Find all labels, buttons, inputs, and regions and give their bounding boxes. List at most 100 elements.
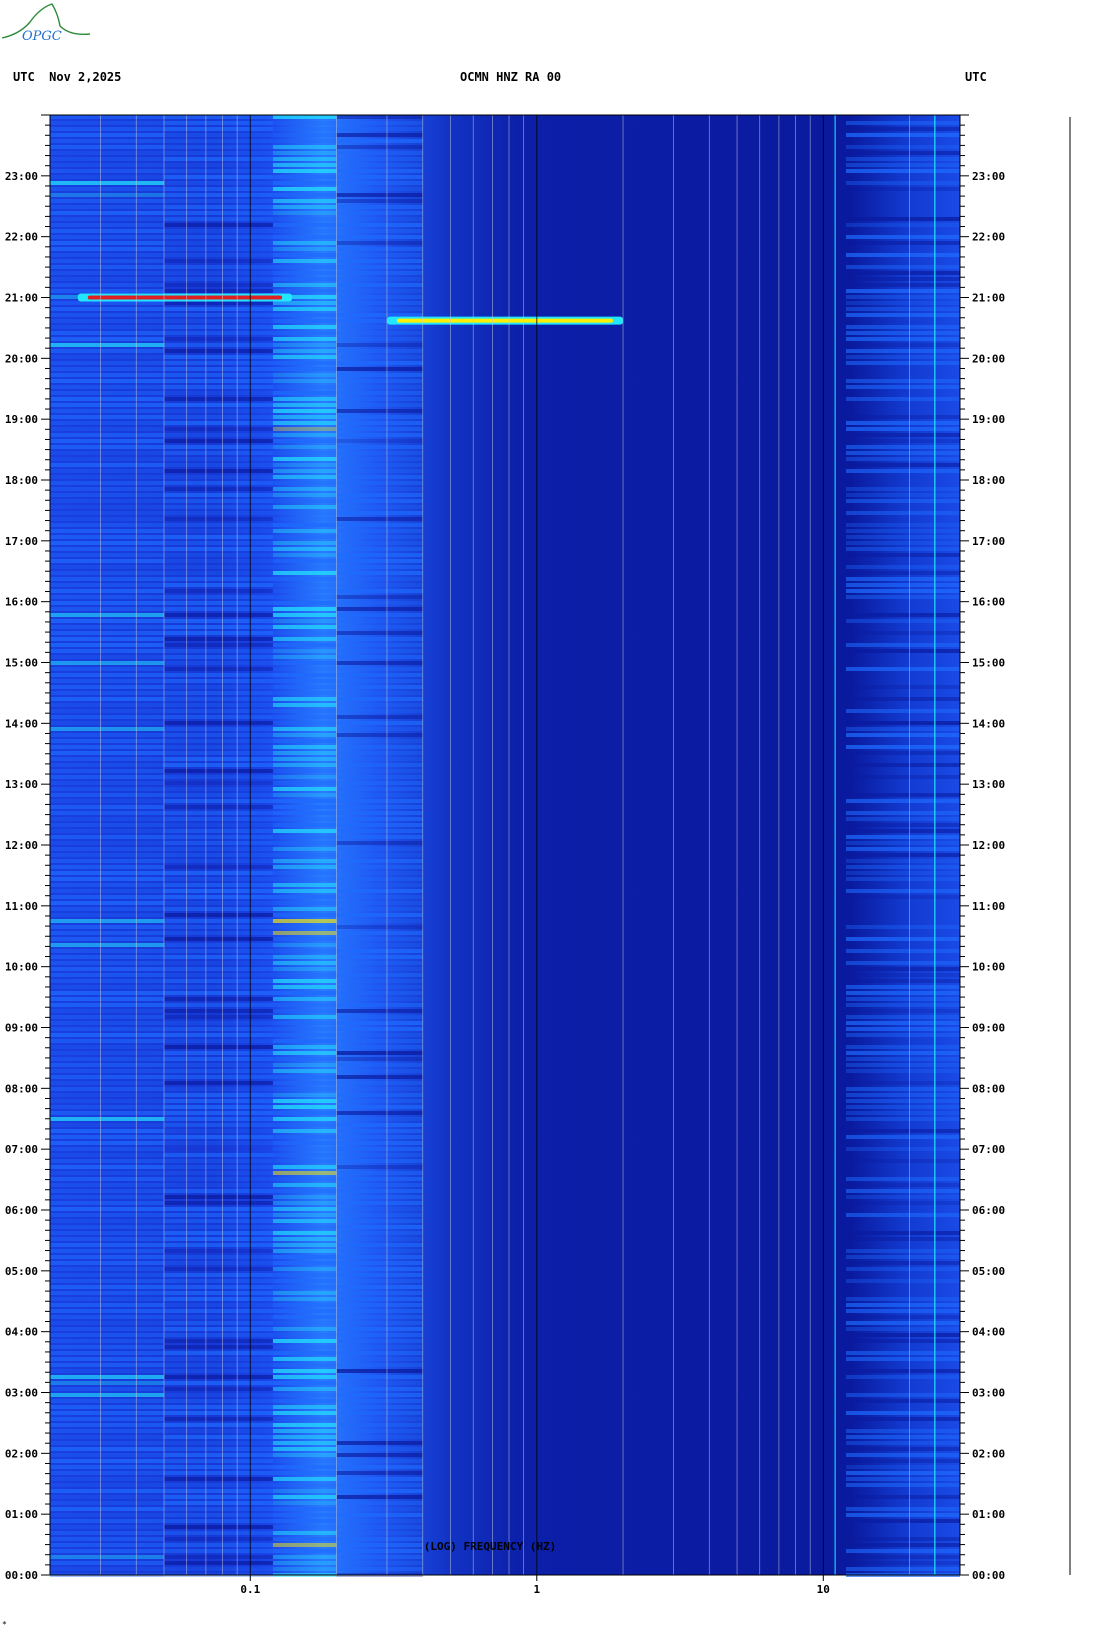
band-streak <box>336 1129 423 1133</box>
band-streak <box>50 1141 165 1145</box>
band-streak <box>164 379 273 383</box>
band-streak <box>336 811 423 815</box>
band-streak <box>336 805 423 809</box>
band-streak <box>336 1159 423 1163</box>
band-streak <box>845 967 960 971</box>
y-tick-label-left: 04:00 <box>5 1326 38 1339</box>
band-streak <box>50 1405 165 1409</box>
band-streak <box>50 847 165 851</box>
y-tick-label-left: 12:00 <box>5 839 38 852</box>
band-streak <box>272 373 337 377</box>
band-streak <box>272 1405 337 1409</box>
band-streak <box>272 307 337 311</box>
band-streak <box>336 769 423 773</box>
band-streak <box>50 1033 165 1037</box>
band-streak <box>50 271 165 275</box>
band-streak <box>845 763 960 767</box>
band-streak <box>272 805 337 809</box>
band-streak <box>164 1231 273 1235</box>
y-tick-label-left: 02:00 <box>5 1447 38 1460</box>
band-streak <box>164 1495 273 1499</box>
band-streak <box>336 955 423 959</box>
band-streak <box>336 607 423 611</box>
band-streak <box>845 337 960 341</box>
band-streak <box>164 397 273 401</box>
band-streak <box>336 1003 423 1007</box>
band-streak <box>272 847 337 851</box>
band-streak <box>272 751 337 755</box>
band-streak <box>845 571 960 575</box>
band-streak <box>272 1009 337 1013</box>
band-streak <box>50 355 165 359</box>
band-streak <box>272 349 337 353</box>
band-streak <box>845 1069 960 1073</box>
band-streak <box>164 271 273 275</box>
band-streak <box>50 937 165 941</box>
band-streak <box>272 1297 337 1301</box>
band-streak <box>845 889 960 893</box>
y-tick-label-right: 05:00 <box>972 1265 1005 1278</box>
band-streak <box>336 1465 423 1469</box>
band-streak <box>50 1279 165 1283</box>
band-streak <box>164 901 273 905</box>
band-streak <box>336 1477 423 1481</box>
band-streak <box>164 457 273 461</box>
band-streak <box>845 439 960 443</box>
band-streak <box>164 631 273 635</box>
band-streak <box>164 1063 273 1067</box>
band-streak <box>336 721 423 725</box>
band-streak <box>164 877 273 881</box>
band-streak <box>336 1165 423 1169</box>
band-streak <box>50 979 165 983</box>
band-streak <box>50 391 165 395</box>
band-streak <box>845 253 960 257</box>
band-streak <box>50 841 165 845</box>
band-streak <box>50 343 165 347</box>
band-streak <box>272 541 337 545</box>
band-streak <box>164 1333 273 1337</box>
band-streak <box>50 1093 165 1097</box>
band-streak <box>50 763 165 767</box>
band-streak <box>50 655 165 659</box>
band-streak <box>336 991 423 995</box>
band-streak <box>50 1567 165 1571</box>
band-streak <box>272 505 337 509</box>
band-streak <box>164 1561 273 1565</box>
band-streak <box>336 1075 423 1079</box>
band-streak <box>272 1273 337 1277</box>
band-streak <box>336 1105 423 1109</box>
band-streak <box>50 553 165 557</box>
band-streak <box>50 991 165 995</box>
band-streak <box>164 727 273 731</box>
band-streak <box>50 1147 165 1151</box>
band-streak <box>272 979 337 983</box>
band-streak <box>164 1351 273 1355</box>
band-streak <box>164 1405 273 1409</box>
band-streak <box>164 595 273 599</box>
band-streak <box>50 1081 165 1085</box>
band-streak <box>50 1159 165 1163</box>
band-streak <box>272 955 337 959</box>
band-streak <box>336 679 423 683</box>
band-streak <box>336 931 423 935</box>
band-streak <box>164 625 273 629</box>
band-streak <box>50 373 165 377</box>
band-streak <box>336 589 423 593</box>
band-streak <box>50 961 165 965</box>
band-streak <box>272 325 337 329</box>
band-streak <box>845 811 960 815</box>
band-streak <box>164 583 273 587</box>
band-streak <box>272 1099 337 1103</box>
x-tick-label: 0.1 <box>240 1583 260 1596</box>
band-streak <box>50 289 165 293</box>
band-streak <box>164 373 273 377</box>
band-streak <box>50 805 165 809</box>
band-streak <box>50 823 165 827</box>
band-streak <box>336 565 423 569</box>
band-streak <box>164 355 273 359</box>
band-streak <box>336 823 423 827</box>
band-streak <box>164 763 273 767</box>
band-streak <box>336 1279 423 1283</box>
band-streak <box>272 475 337 479</box>
band-streak <box>336 1009 423 1013</box>
